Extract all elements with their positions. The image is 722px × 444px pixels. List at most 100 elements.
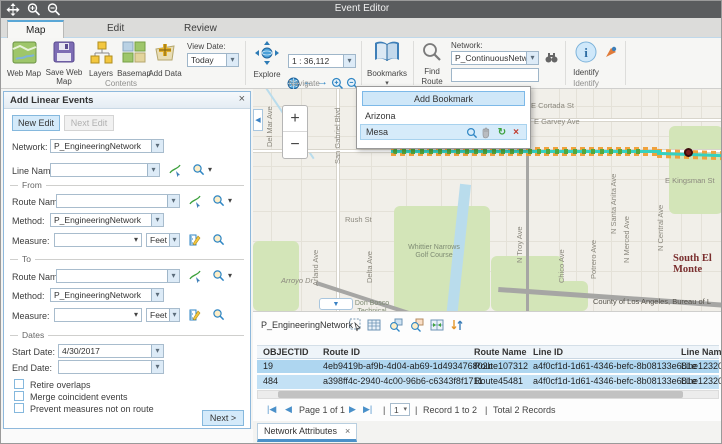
next-page-icon[interactable]: ▶ bbox=[349, 404, 356, 415]
column-header-route-name[interactable]: Route Name bbox=[474, 347, 527, 357]
bookmark-item-arizona[interactable]: Arizona bbox=[360, 109, 527, 123]
collapse-panel-arrow[interactable]: ◀ bbox=[253, 109, 263, 131]
page-number-select[interactable]: 1▾ bbox=[390, 403, 410, 416]
panel-close-icon[interactable]: × bbox=[239, 93, 245, 105]
chevron-down-icon[interactable]: ▾ bbox=[151, 345, 163, 357]
column-header-line-name[interactable]: Line Name bbox=[681, 347, 722, 357]
select-route-on-map-icon[interactable] bbox=[188, 194, 202, 208]
zoom-tool-icon[interactable] bbox=[192, 163, 206, 177]
bookmarks-button[interactable]: Bookmarks ▾ bbox=[365, 40, 409, 87]
add-bookmark-button[interactable]: Add Bookmark bbox=[362, 91, 525, 106]
measure-ruler-icon[interactable] bbox=[188, 308, 202, 322]
tab-edit[interactable]: Edit bbox=[89, 20, 142, 38]
first-page-icon[interactable]: |◀ bbox=[267, 404, 276, 415]
pan-to-selection-icon[interactable] bbox=[410, 318, 424, 332]
from-method-label: Method: bbox=[12, 216, 45, 226]
from-unit-select[interactable]: Feet▾ bbox=[146, 233, 180, 247]
chevron-down-icon[interactable]: ▾ bbox=[167, 195, 179, 207]
switch-selection-icon[interactable] bbox=[430, 318, 444, 332]
last-page-icon[interactable]: ▶| bbox=[363, 404, 372, 415]
street-label: N Santa Anita Ave bbox=[609, 174, 618, 234]
route-marker[interactable] bbox=[684, 148, 693, 157]
close-tab-icon[interactable]: × bbox=[345, 426, 350, 436]
retire-overlaps-checkbox[interactable] bbox=[14, 379, 24, 389]
from-measure-combo[interactable]: ▾ bbox=[54, 233, 142, 247]
prev-page-icon[interactable]: ◀ bbox=[285, 404, 292, 415]
chevron-down-icon[interactable]: ▾ bbox=[208, 165, 212, 174]
save-web-map-button[interactable]: Save Web Map bbox=[45, 41, 83, 86]
next-edit-button[interactable]: Next Edit bbox=[64, 115, 114, 131]
measure-ruler-icon[interactable] bbox=[188, 233, 202, 247]
show-table-icon[interactable] bbox=[367, 318, 381, 332]
identify-button[interactable]: i Identify bbox=[569, 41, 603, 78]
select-route-on-map-icon[interactable] bbox=[188, 269, 202, 283]
chevron-down-icon[interactable]: ▾ bbox=[151, 214, 163, 226]
bookmark-refresh-icon[interactable]: ↻ bbox=[496, 127, 508, 139]
find-route-input[interactable] bbox=[451, 68, 539, 82]
map-zoom-out-button[interactable]: − bbox=[283, 132, 307, 158]
find-route-button[interactable]: Find Route bbox=[417, 42, 447, 86]
panel-network-select[interactable]: P_EngineeringNetwork▾ bbox=[50, 139, 164, 153]
to-route-name-select[interactable]: ▾ bbox=[56, 269, 180, 283]
zoom-tool-icon[interactable] bbox=[212, 233, 226, 247]
zoom-tool-icon[interactable] bbox=[212, 308, 226, 322]
collapse-table-arrow[interactable]: ▼ bbox=[319, 298, 353, 310]
chevron-down-icon[interactable]: ▾ bbox=[526, 52, 538, 64]
tab-network-attributes[interactable]: Network Attributes× bbox=[257, 423, 357, 442]
line-name-select[interactable]: ▾ bbox=[50, 163, 160, 177]
chevron-down-icon[interactable]: ▾ bbox=[226, 54, 238, 66]
chevron-down-icon[interactable]: ▾ bbox=[228, 196, 232, 205]
chevron-down-icon[interactable]: ▾ bbox=[147, 164, 159, 176]
chevron-down-icon[interactable]: ▾ bbox=[169, 309, 179, 321]
table-row[interactable]: 19 4eb9419b-af9b-4d04-ab69-1d493476802b … bbox=[257, 360, 719, 374]
contents-group-label: Contents bbox=[81, 79, 161, 88]
column-header-objectid[interactable]: OBJECTID bbox=[263, 347, 309, 357]
tab-map[interactable]: Map bbox=[7, 20, 64, 38]
view-date-select[interactable]: Today▾ bbox=[187, 53, 239, 67]
column-header-route-id[interactable]: Route ID bbox=[323, 347, 360, 357]
table-row[interactable]: 484 a398ff4c-2940-4c00-96b6-c6343f8f1711… bbox=[257, 375, 719, 389]
to-measure-combo[interactable]: ▾ bbox=[54, 308, 142, 322]
chevron-down-icon[interactable]: ▾ bbox=[169, 234, 179, 246]
zoom-to-selection-icon[interactable] bbox=[389, 318, 403, 332]
explore-button[interactable]: Explore bbox=[251, 41, 283, 80]
select-tool-icon[interactable] bbox=[349, 318, 363, 332]
chevron-down-icon[interactable]: ▾ bbox=[167, 270, 179, 282]
map-zoom-in-button[interactable]: + bbox=[283, 106, 307, 132]
end-date-select[interactable]: ▾ bbox=[58, 360, 164, 374]
chevron-down-icon[interactable]: ▾ bbox=[151, 289, 163, 301]
horizontal-scrollbar[interactable] bbox=[257, 390, 719, 399]
street-label: E Kingsman St bbox=[665, 176, 715, 185]
column-header-line-id[interactable]: Line ID bbox=[533, 347, 563, 357]
bookmark-delete-icon[interactable]: × bbox=[510, 127, 522, 139]
prevent-measures-checkbox[interactable] bbox=[14, 403, 24, 413]
bookmark-zoom-icon[interactable] bbox=[466, 127, 478, 139]
select-line-on-map-icon[interactable] bbox=[168, 163, 182, 177]
zoom-tool-icon[interactable] bbox=[212, 194, 226, 208]
bookmark-pan-icon[interactable] bbox=[480, 127, 492, 139]
to-method-select[interactable]: P_EngineeringNetwork▾ bbox=[50, 288, 164, 302]
from-route-name-select[interactable]: ▾ bbox=[56, 194, 180, 208]
bookmark-item-mesa[interactable]: Mesa ↻ × bbox=[360, 124, 527, 140]
to-unit-select[interactable]: Feet▾ bbox=[146, 308, 180, 322]
chevron-down-icon[interactable]: ▾ bbox=[151, 361, 163, 373]
network-select[interactable]: P_ContinuousNetwork▾ bbox=[451, 51, 539, 65]
sort-icon[interactable] bbox=[450, 318, 464, 332]
zoom-tool-icon[interactable] bbox=[212, 269, 226, 283]
tab-review[interactable]: Review bbox=[166, 20, 235, 38]
from-method-select[interactable]: P_EngineeringNetwork▾ bbox=[50, 213, 164, 227]
add-data-button[interactable]: Add Data bbox=[147, 41, 183, 79]
scrollbar-thumb[interactable] bbox=[278, 391, 683, 398]
flag-tool-icon[interactable] bbox=[605, 46, 617, 58]
start-date-select[interactable]: 4/30/2017▾ bbox=[58, 344, 164, 358]
new-edit-button[interactable]: New Edit bbox=[12, 115, 60, 131]
merge-coincident-checkbox[interactable] bbox=[14, 391, 24, 401]
binoculars-icon[interactable] bbox=[545, 51, 558, 64]
layers-button[interactable]: Layers bbox=[85, 41, 117, 79]
chevron-down-icon[interactable]: ▾ bbox=[228, 271, 232, 280]
chevron-down-icon[interactable]: ▾ bbox=[343, 55, 355, 67]
chevron-down-icon[interactable]: ▾ bbox=[151, 140, 163, 152]
web-map-button[interactable]: Web Map bbox=[5, 41, 43, 79]
next-button[interactable]: Next > bbox=[202, 410, 244, 426]
scale-select[interactable]: 1 : 36,112▾ bbox=[288, 54, 356, 68]
